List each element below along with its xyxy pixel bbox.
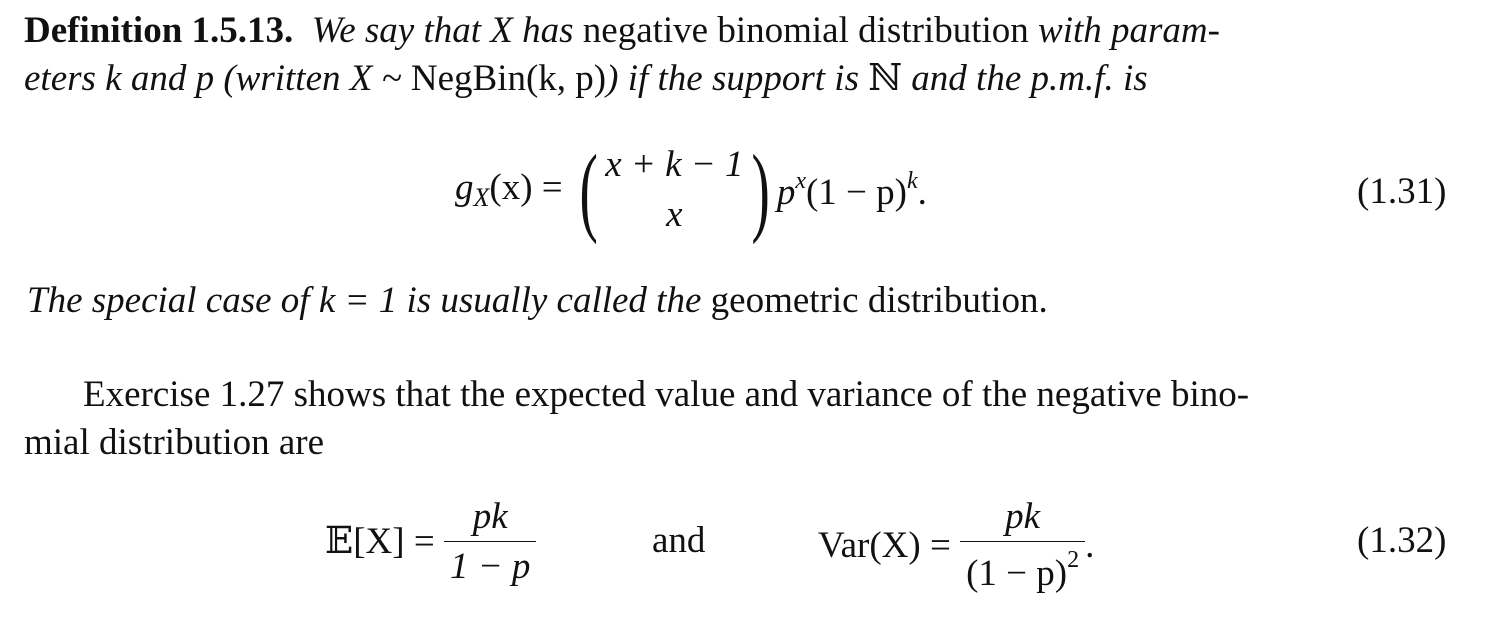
defined-term: negative binomial distribution (582, 10, 1029, 51)
expectation-fraction: pk 1 − p (443, 498, 537, 587)
variance-denominator: (1 − p)2 (960, 542, 1085, 592)
paragraph-line-1: Exercise 1.27 shows that the expected va… (83, 374, 1250, 415)
special-case-text: The special case of k = 1 is usually cal… (27, 280, 702, 321)
pmf-argument: (x) = (489, 167, 563, 208)
variance-numerator: pk (960, 498, 1086, 542)
definition-line-2: eters k and p (written X ~ NegBin(k, p))… (24, 60, 1148, 97)
equation-number-1-31: (1.31) (1357, 171, 1447, 212)
connector-and: and (652, 520, 706, 561)
period: . (1085, 524, 1095, 566)
definition-text: and the p.m.f. is (911, 58, 1148, 99)
definition-text: We say that X has (311, 10, 574, 51)
special-case-line: The special case of k = 1 is usually cal… (27, 282, 1048, 319)
binomial-coefficient: x + k − 1 x (605, 140, 743, 240)
pmf-symbol: g (455, 167, 474, 208)
p-base: p (776, 172, 796, 213)
variance-fraction: pk (1 − p)2 (960, 498, 1086, 592)
paragraph-line-2: mial distribution are (24, 422, 325, 463)
expectation-numerator: pk (443, 498, 537, 542)
variance-lhs: Var(X) = (818, 524, 951, 566)
left-paren: ( (579, 134, 598, 245)
expectation-lhs: 𝔼[X] = (325, 521, 435, 562)
pmf-subscript: X (473, 183, 490, 212)
definition-text: eters k and p (written X ~ (24, 58, 402, 99)
variance-exponent: 2 (1067, 547, 1080, 573)
negbin-notation: NegBin(k, p) (410, 58, 607, 99)
equation-number-1-32: (1.32) (1357, 520, 1447, 561)
expectation-denominator: 1 − p (449, 546, 531, 587)
definition-text: with param- (1038, 10, 1220, 51)
variance-equation: Var(X) = pk (1 − p)2 . (818, 498, 1094, 592)
definition-label: Definition 1.5.13. (24, 10, 294, 51)
period: . (917, 172, 927, 213)
definition-text: ) if the support is (606, 58, 859, 99)
binomial-top: x + k − 1 (605, 144, 744, 186)
p-exponent: x (795, 168, 806, 194)
equation-moments: 𝔼[X] = pk 1 − p (325, 498, 537, 587)
naturals-symbol: ℕ (868, 58, 903, 99)
one-minus-p: (1 − p) (805, 172, 907, 213)
geometric-term: geometric distribution. (710, 280, 1048, 321)
definition-line-1: Definition 1.5.13. We say that X has neg… (24, 12, 1220, 49)
binomial-bottom: x (666, 194, 683, 235)
right-paren: ) (750, 134, 770, 245)
k-exponent: k (906, 168, 918, 194)
variance-denominator-base: (1 − p) (966, 553, 1068, 594)
equation-pmf: gX(x) = ( x + k − 1 x ) px(1 − p)k. (455, 140, 927, 240)
